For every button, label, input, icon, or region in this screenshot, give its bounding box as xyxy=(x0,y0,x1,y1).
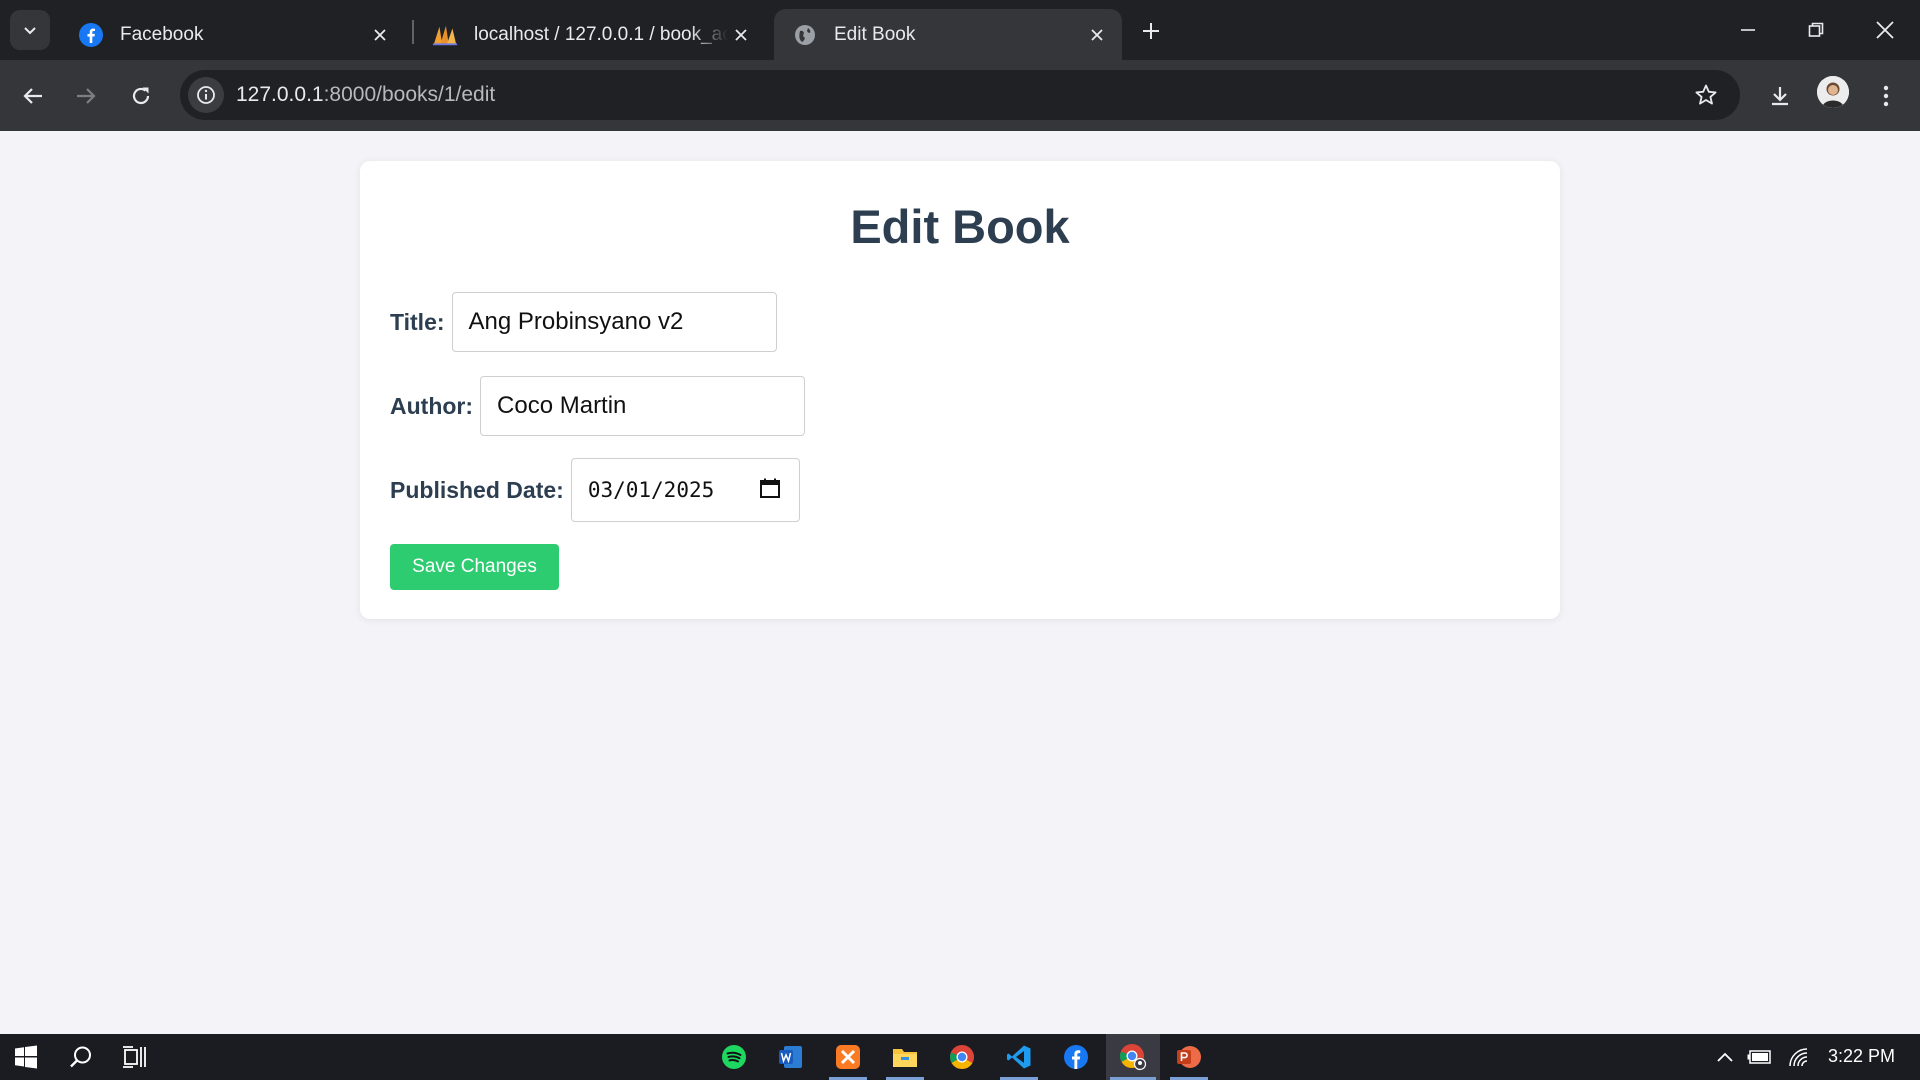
chrome-profile-icon xyxy=(1120,1044,1147,1071)
site-info-button[interactable] xyxy=(188,77,224,113)
title-input[interactable]: Ang Probinsyano v2 xyxy=(451,292,777,352)
task-view-icon xyxy=(123,1046,146,1068)
calendar-icon[interactable] xyxy=(759,477,781,504)
minimize-button[interactable] xyxy=(1725,12,1771,48)
new-tab-button[interactable] xyxy=(1136,16,1166,46)
clock[interactable]: 3:22 PM xyxy=(1828,1046,1895,1067)
spotify-icon xyxy=(722,1045,746,1069)
taskbar-app-word[interactable] xyxy=(768,1034,814,1080)
close-tab-icon[interactable] xyxy=(1084,22,1110,48)
published-date-label: Published Date: xyxy=(390,476,564,503)
search-icon xyxy=(70,1046,91,1068)
vscode-icon xyxy=(1007,1045,1031,1069)
reload-button[interactable] xyxy=(121,76,161,116)
task-view-button[interactable] xyxy=(112,1034,158,1080)
tab-search-button[interactable] xyxy=(10,10,50,50)
avatar-icon xyxy=(1817,76,1849,108)
star-icon xyxy=(1695,84,1717,105)
wifi-icon xyxy=(1789,1048,1808,1067)
taskbar-app-spotify[interactable] xyxy=(711,1034,757,1080)
facebook-icon xyxy=(1064,1045,1088,1069)
chevron-up-icon xyxy=(1717,1052,1733,1062)
author-input[interactable]: Coco Martin xyxy=(480,376,806,436)
chrome-menu-button[interactable] xyxy=(1866,76,1906,116)
close-tab-icon[interactable] xyxy=(728,22,754,48)
tab-phpmyadmin[interactable]: localhost / 127.0.0.1 / book_acti xyxy=(414,9,766,60)
phpmyadmin-icon xyxy=(432,22,458,48)
forward-button[interactable] xyxy=(66,76,106,116)
powerpoint-icon xyxy=(1177,1046,1201,1068)
browser-toolbar: 127.0.0.1:8000/books/1/edit xyxy=(0,60,1920,131)
show-hidden-icons-button[interactable] xyxy=(1712,1034,1738,1080)
back-button[interactable] xyxy=(13,76,53,116)
close-tab-icon[interactable] xyxy=(367,22,393,48)
taskbar-app-xampp[interactable] xyxy=(825,1034,871,1080)
close-window-button[interactable] xyxy=(1862,12,1908,48)
restore-button[interactable] xyxy=(1793,12,1839,48)
word-icon xyxy=(779,1046,802,1068)
url-text[interactable]: 127.0.0.1:8000/books/1/edit xyxy=(236,83,495,107)
taskbar-app-vscode[interactable] xyxy=(996,1034,1042,1080)
taskbar: 3:22 PM xyxy=(0,1034,1920,1080)
taskbar-app-facebook[interactable] xyxy=(1053,1034,1099,1080)
tab-label: Facebook xyxy=(120,23,204,45)
network-status[interactable] xyxy=(1784,1034,1814,1080)
arrow-right-icon xyxy=(77,88,96,104)
file-explorer-icon xyxy=(893,1049,917,1067)
arrow-left-icon xyxy=(23,88,42,104)
url-host: 127.0.0.1 xyxy=(236,83,324,106)
title-label: Title: xyxy=(390,308,445,335)
tab-edit-book[interactable]: Edit Book xyxy=(774,9,1122,60)
author-label: Author: xyxy=(390,392,474,419)
taskbar-app-file-explorer[interactable] xyxy=(882,1034,928,1080)
info-icon xyxy=(197,86,215,104)
tab-label: localhost / 127.0.0.1 / book_acti xyxy=(474,23,728,45)
date-value: 03/01/2025 xyxy=(587,478,715,502)
save-changes-button[interactable]: Save Changes xyxy=(390,544,559,590)
author-row: Author: Coco Martin xyxy=(390,376,806,436)
published-date-input[interactable]: 03/01/2025 xyxy=(570,458,800,522)
taskbar-app-chrome-profile[interactable] xyxy=(1106,1034,1160,1080)
xampp-icon xyxy=(836,1045,860,1069)
edit-book-card: Edit Book Title: Ang Probinsyano v2 Auth… xyxy=(360,161,1560,619)
downloads-button[interactable] xyxy=(1760,76,1800,116)
minimize-icon xyxy=(1741,29,1755,31)
chevron-down-icon xyxy=(24,27,36,35)
taskbar-app-powerpoint[interactable] xyxy=(1166,1034,1212,1080)
close-icon xyxy=(1876,21,1894,39)
plus-icon xyxy=(1143,23,1159,39)
profile-avatar[interactable] xyxy=(1817,76,1849,108)
bookmark-button[interactable] xyxy=(1692,81,1720,109)
battery-icon xyxy=(1747,1050,1771,1064)
reload-icon xyxy=(132,87,150,105)
published-date-row: Published Date: 03/01/2025 xyxy=(390,458,800,522)
download-icon xyxy=(1772,87,1788,106)
taskbar-app-chrome[interactable] xyxy=(939,1034,985,1080)
url-path: :8000/books/1/edit xyxy=(323,83,496,106)
globe-icon xyxy=(792,22,818,48)
address-bar[interactable]: 127.0.0.1:8000/books/1/edit xyxy=(180,70,1740,120)
more-vert-icon xyxy=(1883,85,1889,107)
battery-status[interactable] xyxy=(1745,1034,1775,1080)
windows-icon xyxy=(15,1045,37,1069)
search-button[interactable] xyxy=(58,1034,104,1080)
restore-icon xyxy=(1808,22,1824,37)
start-button[interactable] xyxy=(3,1034,49,1080)
title-row: Title: Ang Probinsyano v2 xyxy=(390,292,777,352)
facebook-icon xyxy=(78,22,104,48)
tab-label: Edit Book xyxy=(834,23,916,45)
chrome-icon xyxy=(950,1045,974,1070)
tab-facebook[interactable]: Facebook xyxy=(60,9,405,60)
tab-strip: Facebook localhost / 127.0.0.1 / book_ac… xyxy=(0,0,1920,60)
page-title: Edit Book xyxy=(850,200,1070,253)
